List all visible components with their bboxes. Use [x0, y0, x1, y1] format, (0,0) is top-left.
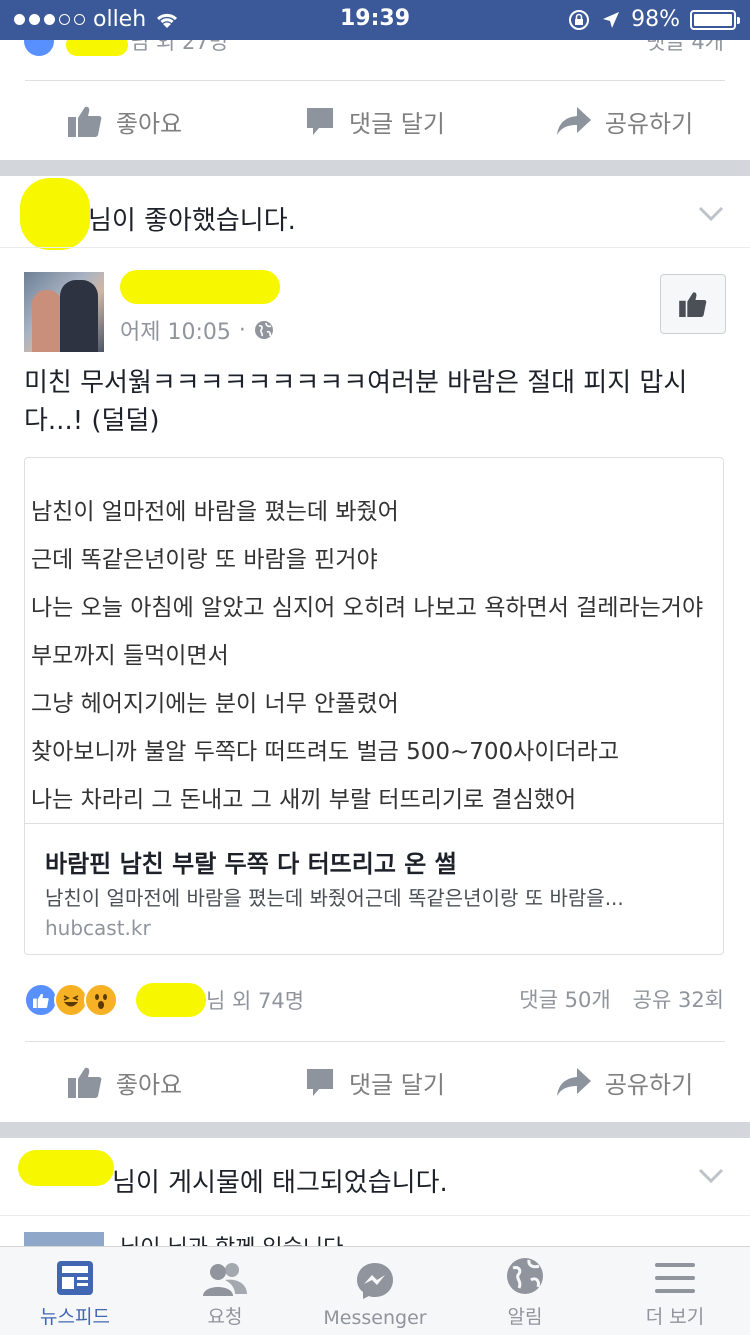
like-reaction-icon — [24, 983, 58, 1017]
meta-separator: · — [238, 317, 246, 343]
globe-notifications-icon — [507, 1258, 543, 1294]
post-meta: 어제 10:05 · — [120, 314, 274, 346]
share-arrow-icon — [556, 1068, 591, 1096]
friend-requests-icon — [203, 1263, 247, 1296]
like-button[interactable]: 좋아요 — [0, 1042, 250, 1122]
reactions-text: 님 외 74명 — [206, 989, 305, 1013]
image-text-line: 그냥 헤어지기에는 분이 너무 안풀렸어 — [31, 691, 399, 717]
bottom-tab-bar: 뉴스피드 요청 Messenger 알림 더 보기 — [0, 1246, 750, 1335]
top-reactions-text: 님 외 27명 — [130, 40, 229, 54]
comment-label: 댓글 달기 — [349, 109, 445, 138]
redaction-mark — [20, 178, 90, 250]
link-title[interactable]: 바람핀 남친 부랄 두쪽 다 터뜨리고 온 썰 — [45, 844, 457, 879]
comment-button[interactable]: 댓글 달기 — [250, 1042, 500, 1122]
redaction-mark — [66, 40, 128, 56]
battery-percent: 98% — [631, 7, 680, 32]
post-timestamp[interactable]: 어제 10:05 — [120, 314, 231, 346]
news-feed-icon — [57, 1261, 93, 1295]
image-text-line: 남친이 얼마전에 바람을 폈는데 봐줬어 — [31, 499, 399, 525]
link-preview-image[interactable]: 남친이 얼마전에 바람을 폈는데 봐줬어 근데 똑같은년이랑 또 바람을 핀거야… — [25, 458, 723, 824]
redaction-mark — [18, 1150, 114, 1186]
status-right: 98% — [567, 7, 740, 32]
shares-count[interactable]: 공유 32회 — [633, 984, 724, 1014]
feed-separator — [0, 160, 750, 176]
story-context-text: 님이 좋아했습니다. — [88, 206, 296, 236]
wow-reaction-icon — [84, 983, 118, 1017]
chevron-down-icon[interactable] — [698, 206, 724, 222]
link-description: 남친이 얼마전에 바람을 폈는데 봐줬어근데 똑같은년이랑 또 바람을... — [45, 886, 624, 910]
tab-requests[interactable]: 요청 — [150, 1247, 300, 1335]
share-label: 공유하기 — [604, 1070, 694, 1099]
story-context-header[interactable]: 님이 게시물에 태그되었습니다. — [0, 1138, 750, 1224]
comments-count[interactable]: 댓글 50개 — [519, 984, 610, 1014]
link-domain: hubcast.kr — [45, 916, 151, 940]
share-arrow-icon — [556, 107, 591, 135]
rotation-lock-icon — [569, 9, 590, 30]
tab-label: 요청 — [207, 1306, 243, 1328]
reaction-like-icon-partial — [24, 40, 54, 56]
tab-label: Messenger — [323, 1307, 427, 1329]
thumbs-up-icon — [67, 1067, 102, 1098]
share-button[interactable]: 공유하기 — [500, 81, 750, 161]
menu-icon — [655, 1263, 695, 1293]
battery-icon — [690, 9, 740, 30]
story-context-header[interactable]: 님이 좋아했습니다. — [0, 176, 750, 262]
share-button[interactable]: 공유하기 — [500, 1042, 750, 1122]
tab-messenger[interactable]: Messenger — [300, 1247, 450, 1335]
tab-label: 더 보기 — [645, 1306, 705, 1328]
haha-reaction-icon — [54, 983, 88, 1017]
next-post-peek: 님이 님과 함께 있습니다. — [120, 1232, 640, 1246]
divider — [0, 1215, 750, 1216]
top-post-partial: 님 외 27명 댓글 4개 — [0, 40, 750, 80]
thumbs-up-icon — [679, 292, 707, 317]
image-text-line: 나는 오늘 아침에 알았고 심지어 오히려 나보고 욕하면서 걸레라는거야 — [31, 595, 704, 621]
like-label: 좋아요 — [115, 109, 183, 138]
comment-label: 댓글 달기 — [349, 1070, 445, 1099]
post-actions-top: 좋아요 댓글 달기 공유하기 — [0, 81, 750, 161]
feed-separator — [0, 1122, 750, 1138]
divider — [0, 247, 750, 248]
share-label: 공유하기 — [604, 109, 694, 138]
engagement-counts: 댓글 50개 공유 32회 — [519, 984, 724, 1014]
globe-public-icon — [254, 321, 273, 339]
redaction-mark — [136, 983, 206, 1017]
comment-bubble-icon — [307, 108, 334, 135]
status-bar: olleh 19:39 98% — [0, 0, 750, 40]
next-post-avatar-partial[interactable] — [24, 1232, 104, 1246]
next-post-peek-text: 님이 님과 함께 있습니다. — [120, 1232, 350, 1246]
page-like-button[interactable] — [660, 274, 726, 334]
chevron-down-icon[interactable] — [698, 1168, 724, 1184]
tab-label: 뉴스피드 — [40, 1306, 110, 1328]
location-arrow-icon — [603, 11, 620, 28]
tab-label: 알림 — [507, 1306, 543, 1328]
tab-news-feed[interactable]: 뉴스피드 — [0, 1247, 150, 1335]
post-actions: 좋아요 댓글 달기 공유하기 — [0, 1042, 750, 1122]
author-name-redacted[interactable] — [120, 270, 280, 304]
image-text-line: 부모까지 들먹이면서 — [31, 643, 229, 669]
image-text-line: 나는 차라리 그 돈내고 그 새끼 부랄 터뜨리기로 결심했어 — [31, 787, 577, 813]
tab-notifications[interactable]: 알림 — [450, 1247, 600, 1335]
story-context-text: 님이 게시물에 태그되었습니다. — [112, 1168, 448, 1198]
messenger-icon — [357, 1263, 393, 1299]
link-preview-card[interactable]: 남친이 얼마전에 바람을 폈는데 봐줬어 근데 똑같은년이랑 또 바람을 핀거야… — [24, 457, 724, 955]
like-button[interactable]: 좋아요 — [0, 81, 250, 161]
like-label: 좋아요 — [115, 1070, 183, 1099]
top-comments-count[interactable]: 댓글 4개 — [646, 40, 724, 56]
reactions-summary[interactable]: 님 외 74명 — [24, 980, 304, 1020]
comment-button[interactable]: 댓글 달기 — [250, 81, 500, 161]
post-body-text: 미친 무서웕ㅋㅋㅋㅋㅋㅋㅋㅋㅋ여러분 바람은 절대 피지 맙시다...! (덜덜… — [24, 368, 688, 436]
tab-more[interactable]: 더 보기 — [600, 1247, 750, 1335]
avatar[interactable] — [24, 272, 104, 352]
thumbs-up-icon — [67, 106, 102, 137]
comment-bubble-icon — [307, 1069, 334, 1096]
image-text-line: 근데 똑같은년이랑 또 바람을 핀거야 — [31, 547, 378, 573]
image-text-line: 찾아보니까 불알 두쪽다 떠뜨려도 벌금 500~700사이더라고 — [31, 739, 619, 765]
